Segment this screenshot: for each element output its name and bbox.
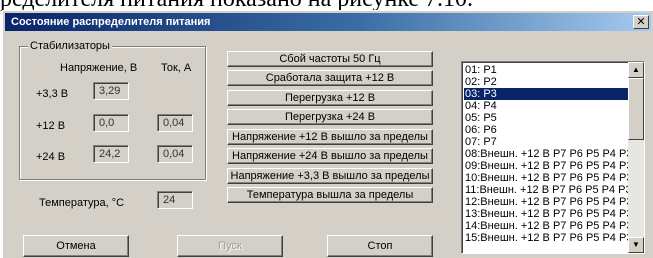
voltage-3v3-field: 3,29 [93,82,129,100]
status-12v-overload[interactable]: Перегрузка +12 В [227,90,433,106]
power-distributor-window: Состояние распределителя питания ✕ Стаби… [2,10,653,258]
title-bar: Состояние распределителя питания ✕ [5,13,651,31]
list-item-selected[interactable]: 03: P3 [464,88,630,100]
voltage-24v-field: 24,2 [93,145,129,163]
list-item[interactable]: 02: P2 [464,76,630,88]
scroll-down-button[interactable]: ▼ [628,237,644,253]
list-item[interactable]: 15:Внешн. +12 В P7 P6 P5 P4 P3 P [464,232,630,244]
cancel-button[interactable]: Отмена [23,235,129,257]
current-header: Ток, А [161,62,192,74]
list-item[interactable]: 06: P6 [464,124,630,136]
list-item[interactable]: 01: P1 [464,64,630,76]
status-3v3-out-of-range[interactable]: Напряжение +3,3 В вышло за пределы [227,168,433,184]
window-title: Состояние распределителя питания [11,16,211,28]
list-item[interactable]: 11:Внешн. +12 В P7 P6 P5 P4 P3 P [464,184,630,196]
list-item[interactable]: 08:Внешн. +12 В P7 P6 P5 P4 P3 P [464,148,630,160]
list-scrollbar[interactable]: ▲ ▼ [628,62,644,253]
scroll-thumb[interactable] [628,78,644,140]
list-item[interactable]: 05: P5 [464,112,630,124]
event-listbox[interactable]: 01: P1 02: P2 03: P3 04: P4 05: P5 06: P… [461,61,645,254]
status-temperature-out-of-range[interactable]: Температура вышла за пределы [227,187,433,203]
current-24v-field: 0,04 [157,145,193,163]
list-item[interactable]: 12:Внешн. +12 В P7 P6 P5 P4 P3 P [464,196,630,208]
list-item[interactable]: 10:Внешн. +12 В P7 P6 P5 P4 P3 P [464,172,630,184]
event-list: 01: P1 02: P2 03: P3 04: P4 05: P5 06: P… [464,64,630,244]
arrow-down-icon: ▼ [632,240,640,249]
list-item[interactable]: 07: P7 [464,136,630,148]
rail-12v-label: +12 В [36,120,66,132]
start-button[interactable]: Пуск [177,235,283,257]
rail-3v3-label: +3,3 В [36,88,69,100]
list-item[interactable]: 13:Внешн. +12 В P7 P6 P5 P4 P3 P [464,208,630,220]
list-item[interactable]: 09:Внешн. +12 В P7 P6 P5 P4 P3 P [464,160,630,172]
close-button[interactable]: ✕ [633,15,649,29]
status-12v-out-of-range[interactable]: Напряжение +12 В вышло за пределы [227,129,433,145]
voltage-header: Напряжение, В [60,62,138,74]
scroll-up-button[interactable]: ▲ [628,62,644,78]
status-24v-overload[interactable]: Перегрузка +24 В [227,109,433,125]
stop-button[interactable]: Стоп [327,235,433,257]
status-12v-protection[interactable]: Сработала защита +12 В [227,70,433,86]
temperature-label: Температура, °С [39,197,125,209]
stabilizers-legend: Стабилизаторы [28,40,112,52]
current-12v-field: 0,04 [157,114,193,132]
arrow-up-icon: ▲ [632,65,640,74]
temperature-field: 24 [157,191,193,209]
list-item[interactable]: 14:Внешн. +12 В P7 P6 P5 P4 P3 P [464,220,630,232]
close-icon: ✕ [636,16,646,28]
list-item[interactable]: 04: P4 [464,100,630,112]
rail-24v-label: +24 В [36,151,66,163]
status-24v-out-of-range[interactable]: Напряжение +24 В вышло за пределы [227,148,433,164]
status-frequency-fault[interactable]: Сбой частоты 50 Гц [227,51,433,67]
voltage-12v-field: 0,0 [93,114,129,132]
